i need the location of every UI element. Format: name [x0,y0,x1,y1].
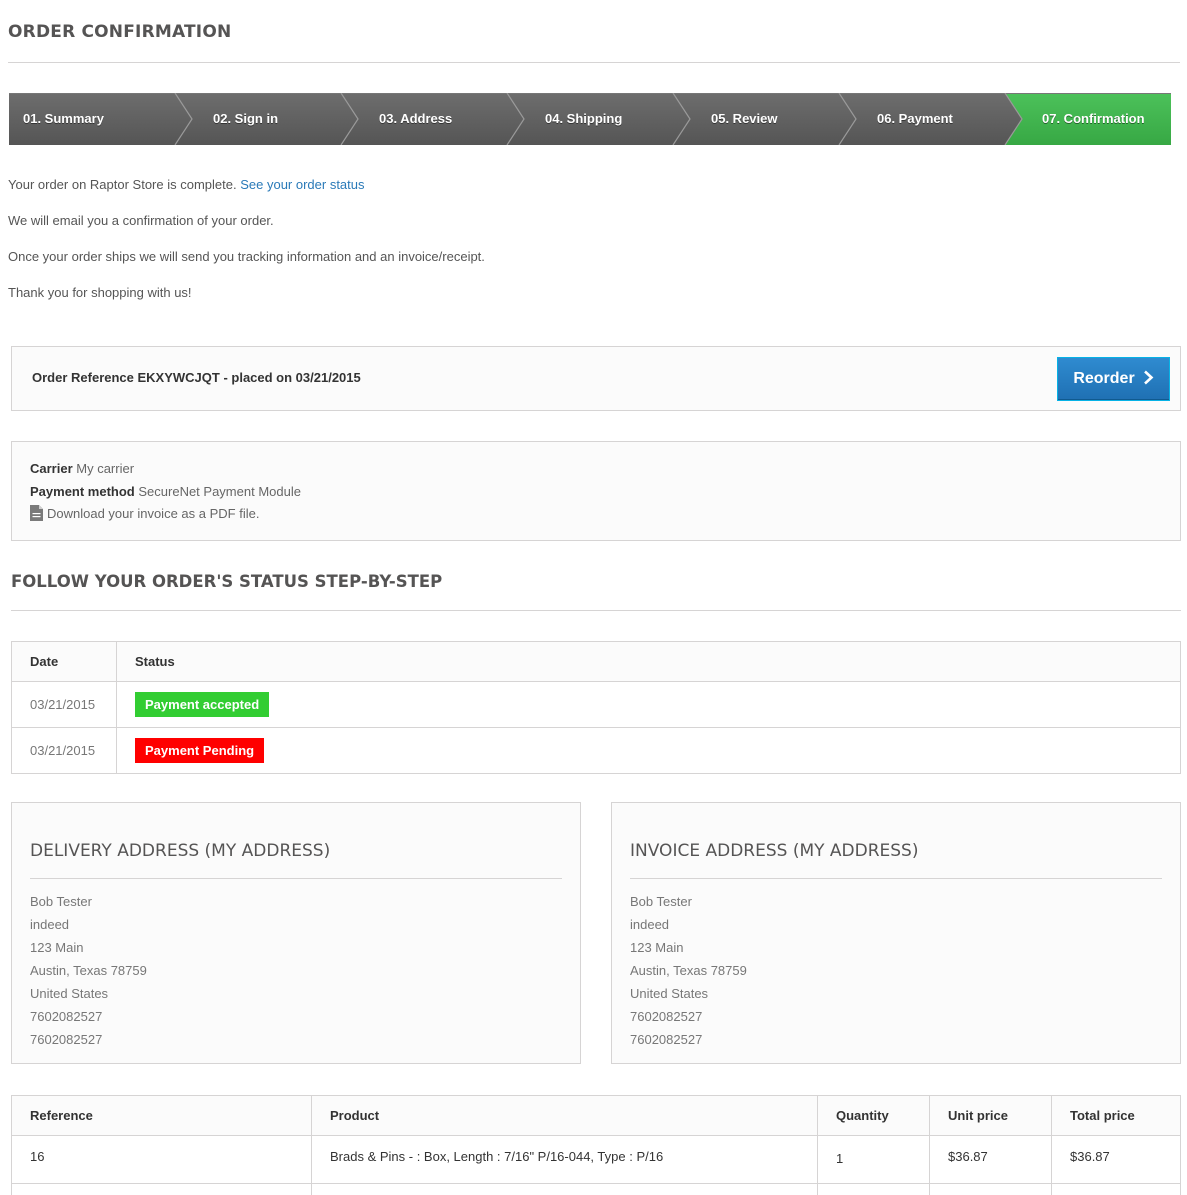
status-badge: Payment Pending [135,738,265,763]
address-phone: 7602082527 [30,1009,103,1024]
invoice-download[interactable]: Download your invoice as a PDF file. [30,505,259,521]
status-cell: Payment Pending [116,727,1181,774]
carrier-value: My carrier [76,461,135,476]
address-country: United States [630,986,709,1001]
step-separators [174,93,1023,145]
order-status-table: Date Status 03/21/2015 Payment accepted … [11,641,1181,774]
table-cell [11,1183,312,1195]
reorder-button[interactable]: Reorder [1057,357,1170,401]
invoice-download-link[interactable]: Download your invoice as a PDF file. [47,506,259,521]
invoice-address-title: INVOICE ADDRESS (MY ADDRESS) [630,841,919,861]
address-mobile: 7602082527 [30,1032,103,1047]
address-divider [630,878,1162,879]
address-company: indeed [630,917,670,932]
status-section-title: FOLLOW YOUR ORDER'S STATUS STEP-BY-STEP [11,572,443,591]
status-date: 03/21/2015 [11,681,117,728]
invoice-address-box: INVOICE ADDRESS (MY ADDRESS) Bob Tester … [611,802,1181,1064]
table-row: 03/21/2015 Payment accepted [11,681,1181,728]
address-divider [30,878,562,879]
thanks-message: Thank you for shopping with us! [8,285,192,300]
order-reference: Order Reference EKXYWCJQT - placed on 03… [32,370,361,385]
column-header-date: Date [11,641,117,682]
payment-value: SecureNet Payment Module [138,484,301,499]
column-header-reference: Reference [11,1095,312,1136]
address-phone: 7602082527 [630,1009,703,1024]
address-mobile: 7602082527 [630,1032,703,1047]
column-header-status: Status [116,641,1181,682]
column-header-total-price: Total price [1051,1095,1181,1136]
product-reference: 16 [11,1135,312,1184]
table-cell [1051,1183,1181,1195]
product-quantity: 1 [817,1135,930,1184]
table-row [11,1183,1181,1195]
column-header-unit-price: Unit price [929,1095,1052,1136]
product-name: Brads & Pins - : Box, Length : 7/16" P/1… [311,1135,818,1184]
table-cell [929,1183,1052,1195]
delivery-address-box: DELIVERY ADDRESS (MY ADDRESS) Bob Tester… [11,802,581,1064]
carrier-line: Carrier My carrier [30,461,134,476]
products-table: Reference Product Quantity Unit price To… [11,1095,1181,1195]
delivery-address-title: DELIVERY ADDRESS (MY ADDRESS) [30,841,331,861]
address-city: Austin, Texas 78759 [630,963,747,978]
table-cell [311,1183,818,1195]
order-info-box: Carrier My carrier Payment method Secure… [11,441,1181,541]
chevron-right-icon [1143,369,1154,389]
checkout-steps: 01. Summary 02. Sign in 03. Address 04. … [9,93,1171,145]
address-city: Austin, Texas 78759 [30,963,147,978]
carrier-label: Carrier [30,461,73,476]
order-status-link[interactable]: See your order status [240,177,364,192]
order-complete-message: Your order on Raptor Store is complete. … [8,177,365,192]
shipping-message: Once your order ships we will send you t… [8,249,485,264]
status-cell: Payment accepted [116,681,1181,728]
column-header-product: Product [311,1095,818,1136]
address-country: United States [30,986,109,1001]
address-street: 123 Main [30,940,84,955]
address-street: 123 Main [630,940,684,955]
payment-line: Payment method SecureNet Payment Module [30,484,301,499]
address-name: Bob Tester [30,894,92,909]
page-title: ORDER CONFIRMATION [8,22,232,42]
email-message: We will email you a confirmation of your… [8,213,274,228]
address-name: Bob Tester [630,894,692,909]
reorder-label: Reorder [1073,370,1135,387]
table-row: 16 Brads & Pins - : Box, Length : 7/16" … [11,1135,1181,1184]
status-divider [11,610,1181,611]
status-badge: Payment accepted [135,692,270,717]
order-reference-box: Order Reference EKXYWCJQT - placed on 03… [11,346,1181,411]
product-unit-price: $36.87 [929,1135,1052,1184]
product-total-price: $36.87 [1051,1135,1181,1184]
address-company: indeed [30,917,70,932]
table-cell [817,1183,930,1195]
table-row: 03/21/2015 Payment Pending [11,727,1181,774]
column-header-quantity: Quantity [817,1095,930,1136]
title-divider [8,62,1180,63]
order-complete-text: Your order on Raptor Store is complete. [8,177,237,192]
status-date: 03/21/2015 [11,727,117,774]
table-header-row: Date Status [11,641,1181,682]
table-header-row: Reference Product Quantity Unit price To… [11,1095,1181,1136]
file-icon [30,505,43,521]
payment-label: Payment method [30,484,135,499]
